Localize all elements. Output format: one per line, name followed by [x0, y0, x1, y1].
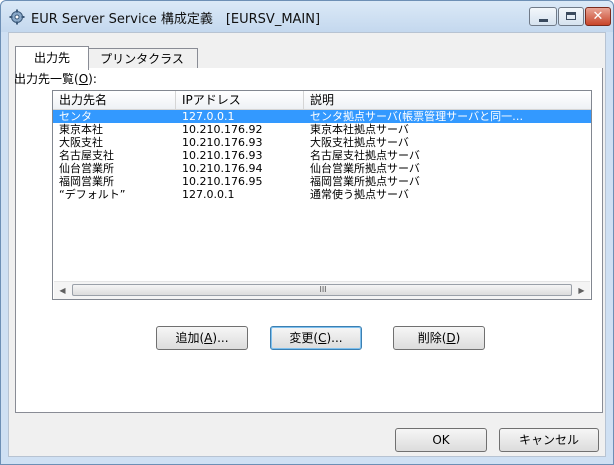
horizontal-scrollbar[interactable]: ◀ III ▶ [54, 281, 590, 299]
close-icon: ✕ [592, 9, 604, 24]
row-name: 大阪支社 [59, 136, 103, 149]
tab-output-destination[interactable]: 出力先 [15, 46, 89, 70]
row-description: 東京本社拠点サーバ [310, 123, 409, 136]
list-row[interactable]: “デフォルト” 127.0.0.1 通常使う拠点サーバ [53, 188, 591, 201]
list-row[interactable]: 東京本社 10.210.176.92 東京本社拠点サーバ [53, 123, 591, 136]
tab-printer-class[interactable]: プリンタクラス [87, 48, 198, 69]
row-description: センタ拠点サーバ(帳票管理サーバと同一… [310, 110, 524, 123]
row-description: 通常使う拠点サーバ [310, 188, 409, 201]
close-button[interactable]: ✕ [585, 7, 611, 26]
row-description: 名古屋支社拠点サーバ [310, 149, 420, 162]
scrollbar-thumb[interactable]: III [72, 284, 572, 296]
row-ip: 10.210.176.93 [182, 136, 263, 149]
scrollbar-grip-icon: III [319, 285, 327, 294]
app-gear-icon [9, 9, 25, 25]
ok-button[interactable]: OK [395, 428, 487, 452]
minimize-button[interactable] [529, 7, 557, 26]
list-row[interactable]: 名古屋支社 10.210.176.93 名古屋支社拠点サーバ [53, 149, 591, 162]
maximize-button[interactable] [558, 7, 584, 26]
list-row[interactable]: センタ 127.0.0.1 センタ拠点サーバ(帳票管理サーバと同一… [53, 110, 591, 123]
scroll-left-arrow-icon[interactable]: ◀ [54, 282, 71, 299]
minimize-icon [539, 19, 548, 22]
output-destination-list[interactable]: 出力先名 IPアドレス 説明 センタ 127.0.0.1 センタ拠点サーバ(帳票… [52, 90, 592, 300]
row-name: 福岡営業所 [59, 175, 114, 188]
row-description: 大阪支社拠点サーバ [310, 136, 409, 149]
row-name: 東京本社 [59, 123, 103, 136]
row-name: “デフォルト” [59, 188, 126, 201]
change-button[interactable]: 変更(C)... [270, 326, 362, 350]
row-description: 福岡営業所拠点サーバ [310, 175, 420, 188]
output-list-label: 出力先一覧(O): [14, 72, 97, 86]
dialog-window: EUR Server Service 構成定義 [EURSV_MAIN] ✕ 出… [0, 0, 614, 465]
cancel-button[interactable]: キャンセル [499, 428, 599, 452]
row-ip: 10.210.176.94 [182, 162, 263, 175]
row-name: センタ [59, 110, 92, 123]
column-header-name[interactable]: 出力先名 [53, 91, 176, 109]
list-row[interactable]: 仙台営業所 10.210.176.94 仙台営業所拠点サーバ [53, 162, 591, 175]
maximize-icon [566, 12, 576, 20]
delete-button[interactable]: 削除(D) [393, 326, 485, 350]
row-ip: 127.0.0.1 [182, 110, 235, 123]
list-row[interactable]: 福岡営業所 10.210.176.95 福岡営業所拠点サーバ [53, 175, 591, 188]
row-ip: 127.0.0.1 [182, 188, 235, 201]
column-header-ip[interactable]: IPアドレス [176, 91, 304, 109]
row-name: 名古屋支社 [59, 149, 114, 162]
window-title: EUR Server Service 構成定義 [EURSV_MAIN] [31, 12, 321, 27]
row-description: 仙台営業所拠点サーバ [310, 162, 420, 175]
column-header-description[interactable]: 説明 [304, 91, 591, 109]
tab-panel: 出力先一覧(O): 出力先名 IPアドレス 説明 センタ 127.0.0.1 セ… [14, 68, 603, 413]
dialog-client: 出力先 プリンタクラス 出力先一覧(O): 出力先名 IPアドレス 説明 センタ… [8, 32, 606, 457]
list-header: 出力先名 IPアドレス 説明 [53, 91, 591, 110]
row-ip: 10.210.176.93 [182, 149, 263, 162]
list-row[interactable]: 大阪支社 10.210.176.93 大阪支社拠点サーバ [53, 136, 591, 149]
row-name: 仙台営業所 [59, 162, 114, 175]
scroll-right-arrow-icon[interactable]: ▶ [573, 282, 590, 299]
row-ip: 10.210.176.95 [182, 175, 263, 188]
row-ip: 10.210.176.92 [182, 123, 263, 136]
title-bar[interactable]: EUR Server Service 構成定義 [EURSV_MAIN] ✕ [1, 1, 613, 32]
add-button[interactable]: 追加(A)... [156, 326, 248, 350]
